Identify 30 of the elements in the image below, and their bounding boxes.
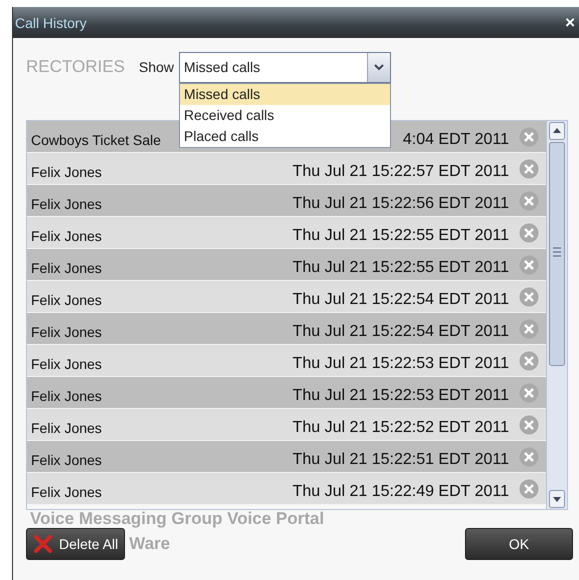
caller-name: Felix Jones	[30, 290, 102, 308]
caller-name: Felix Jones	[30, 194, 102, 212]
caller-name: Felix Jones	[30, 258, 102, 276]
call-time: 4:04 EDT 2011	[402, 130, 509, 148]
caller-name: Felix Jones	[30, 162, 102, 180]
caller-name: Felix Jones	[30, 418, 102, 436]
show-label: Show	[138, 59, 174, 75]
call-time: Thu Jul 21 15:22:52 EDT 2011	[292, 418, 509, 436]
window-title: Call History	[15, 14, 87, 30]
call-time: Thu Jul 21 15:22:55 EDT 2011	[292, 258, 509, 276]
call-time: Thu Jul 21 15:22:55 EDT 2011	[292, 226, 509, 244]
caller-name: Cowboys Ticket Sale	[30, 130, 161, 148]
call-time: Thu Jul 21 15:22:54 EDT 2011	[292, 322, 509, 340]
faded-background-text: RECTORIES	[26, 57, 125, 77]
caller-name: Felix Jones	[30, 450, 102, 468]
caller-name: Felix Jones	[30, 386, 102, 404]
caller-name: Felix Jones	[30, 322, 102, 340]
call-time: Thu Jul 21 15:22:54 EDT 2011	[292, 290, 509, 308]
call-time: Thu Jul 21 15:22:51 EDT 2011	[292, 450, 509, 468]
call-time: Thu Jul 21 15:22:53 EDT 2011	[292, 386, 509, 404]
dropdown-value: Missed calls	[182, 59, 262, 75]
call-time: Thu Jul 21 15:22:49 EDT 2011	[292, 482, 509, 500]
call-time: Thu Jul 21 15:22:53 EDT 2011	[292, 354, 509, 372]
call-time: Thu Jul 21 15:22:57 EDT 2011	[292, 162, 509, 180]
call-time: Thu Jul 21 15:22:56 EDT 2011	[292, 194, 509, 212]
caller-name: Felix Jones	[30, 482, 102, 500]
caller-name: Felix Jones	[30, 354, 102, 372]
faded-background-text: Ware	[129, 534, 170, 554]
faded-background-text: Voice Messaging Group Voice Portal	[30, 509, 324, 529]
caller-name: Felix Jones	[30, 226, 102, 244]
